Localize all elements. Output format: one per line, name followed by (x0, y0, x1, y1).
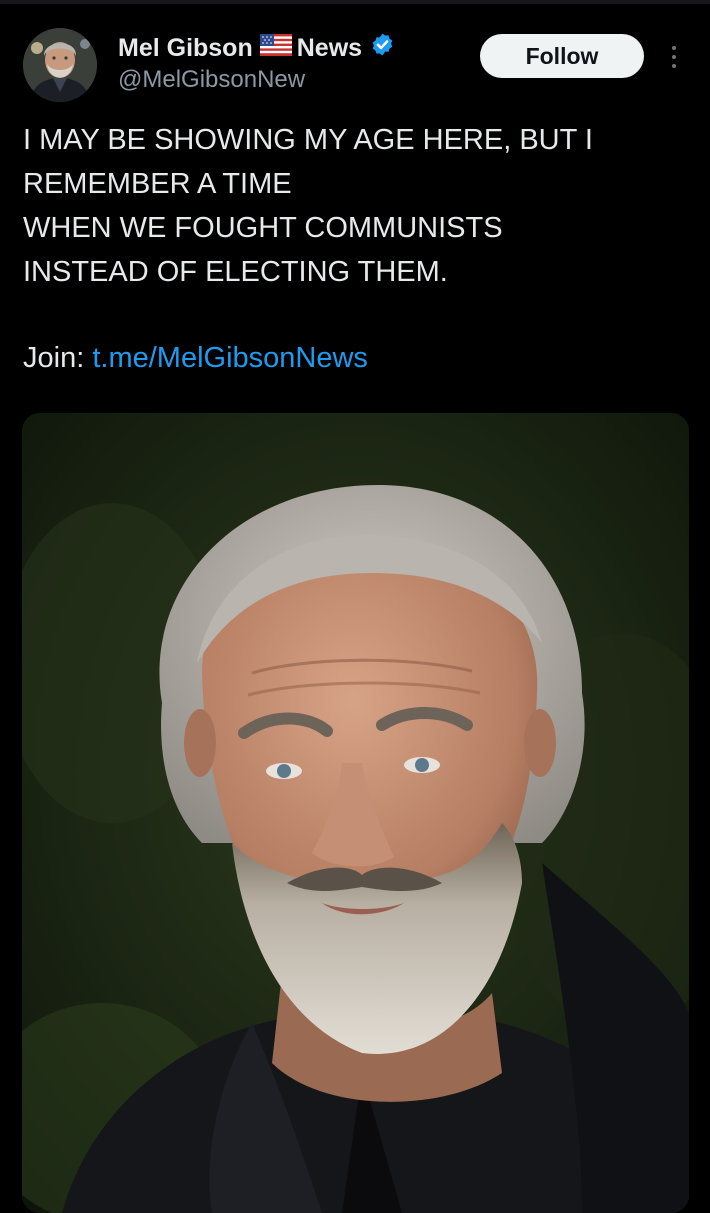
tweet-text: I MAY BE SHOWING MY AGE HERE, BUT I REME… (23, 118, 683, 294)
us-flag-icon (259, 33, 292, 63)
verified-badge-icon[interactable] (370, 32, 395, 64)
telegram-link[interactable]: t.me/MelGibsonNews (92, 342, 368, 374)
avatar[interactable] (23, 28, 97, 102)
join-row: Join: t.me/MelGibsonNews (23, 336, 368, 380)
more-dot (672, 55, 676, 59)
follow-button[interactable]: Follow (480, 34, 644, 78)
tweet-line: INSTEAD OF ELECTING THEM. (23, 256, 448, 288)
author-handle[interactable]: @MelGibsonNew (118, 66, 395, 94)
author-names: Mel Gibson News @MelGibsonNew (118, 32, 395, 94)
more-dot (672, 46, 676, 50)
display-name[interactable]: Mel Gibson News (118, 32, 395, 64)
more-vertical-icon[interactable] (660, 40, 688, 74)
top-divider (0, 0, 710, 4)
join-label: Join: (23, 342, 85, 374)
tweet-line: WHEN WE FOUGHT COMMUNISTS (23, 212, 503, 244)
more-dot (672, 64, 676, 68)
tweet-line: I MAY BE SHOWING MY AGE HERE, BUT I (23, 124, 593, 156)
portrait-photo (22, 413, 689, 1213)
display-name-part1: Mel Gibson (118, 33, 253, 62)
avatar-portrait (23, 28, 97, 102)
tweet-photo[interactable] (22, 413, 689, 1213)
tweet-header: Mel Gibson News @MelGibsonNew Follow (0, 28, 710, 104)
tweet-line: REMEMBER A TIME (23, 168, 292, 200)
display-name-part2: News (296, 33, 363, 62)
